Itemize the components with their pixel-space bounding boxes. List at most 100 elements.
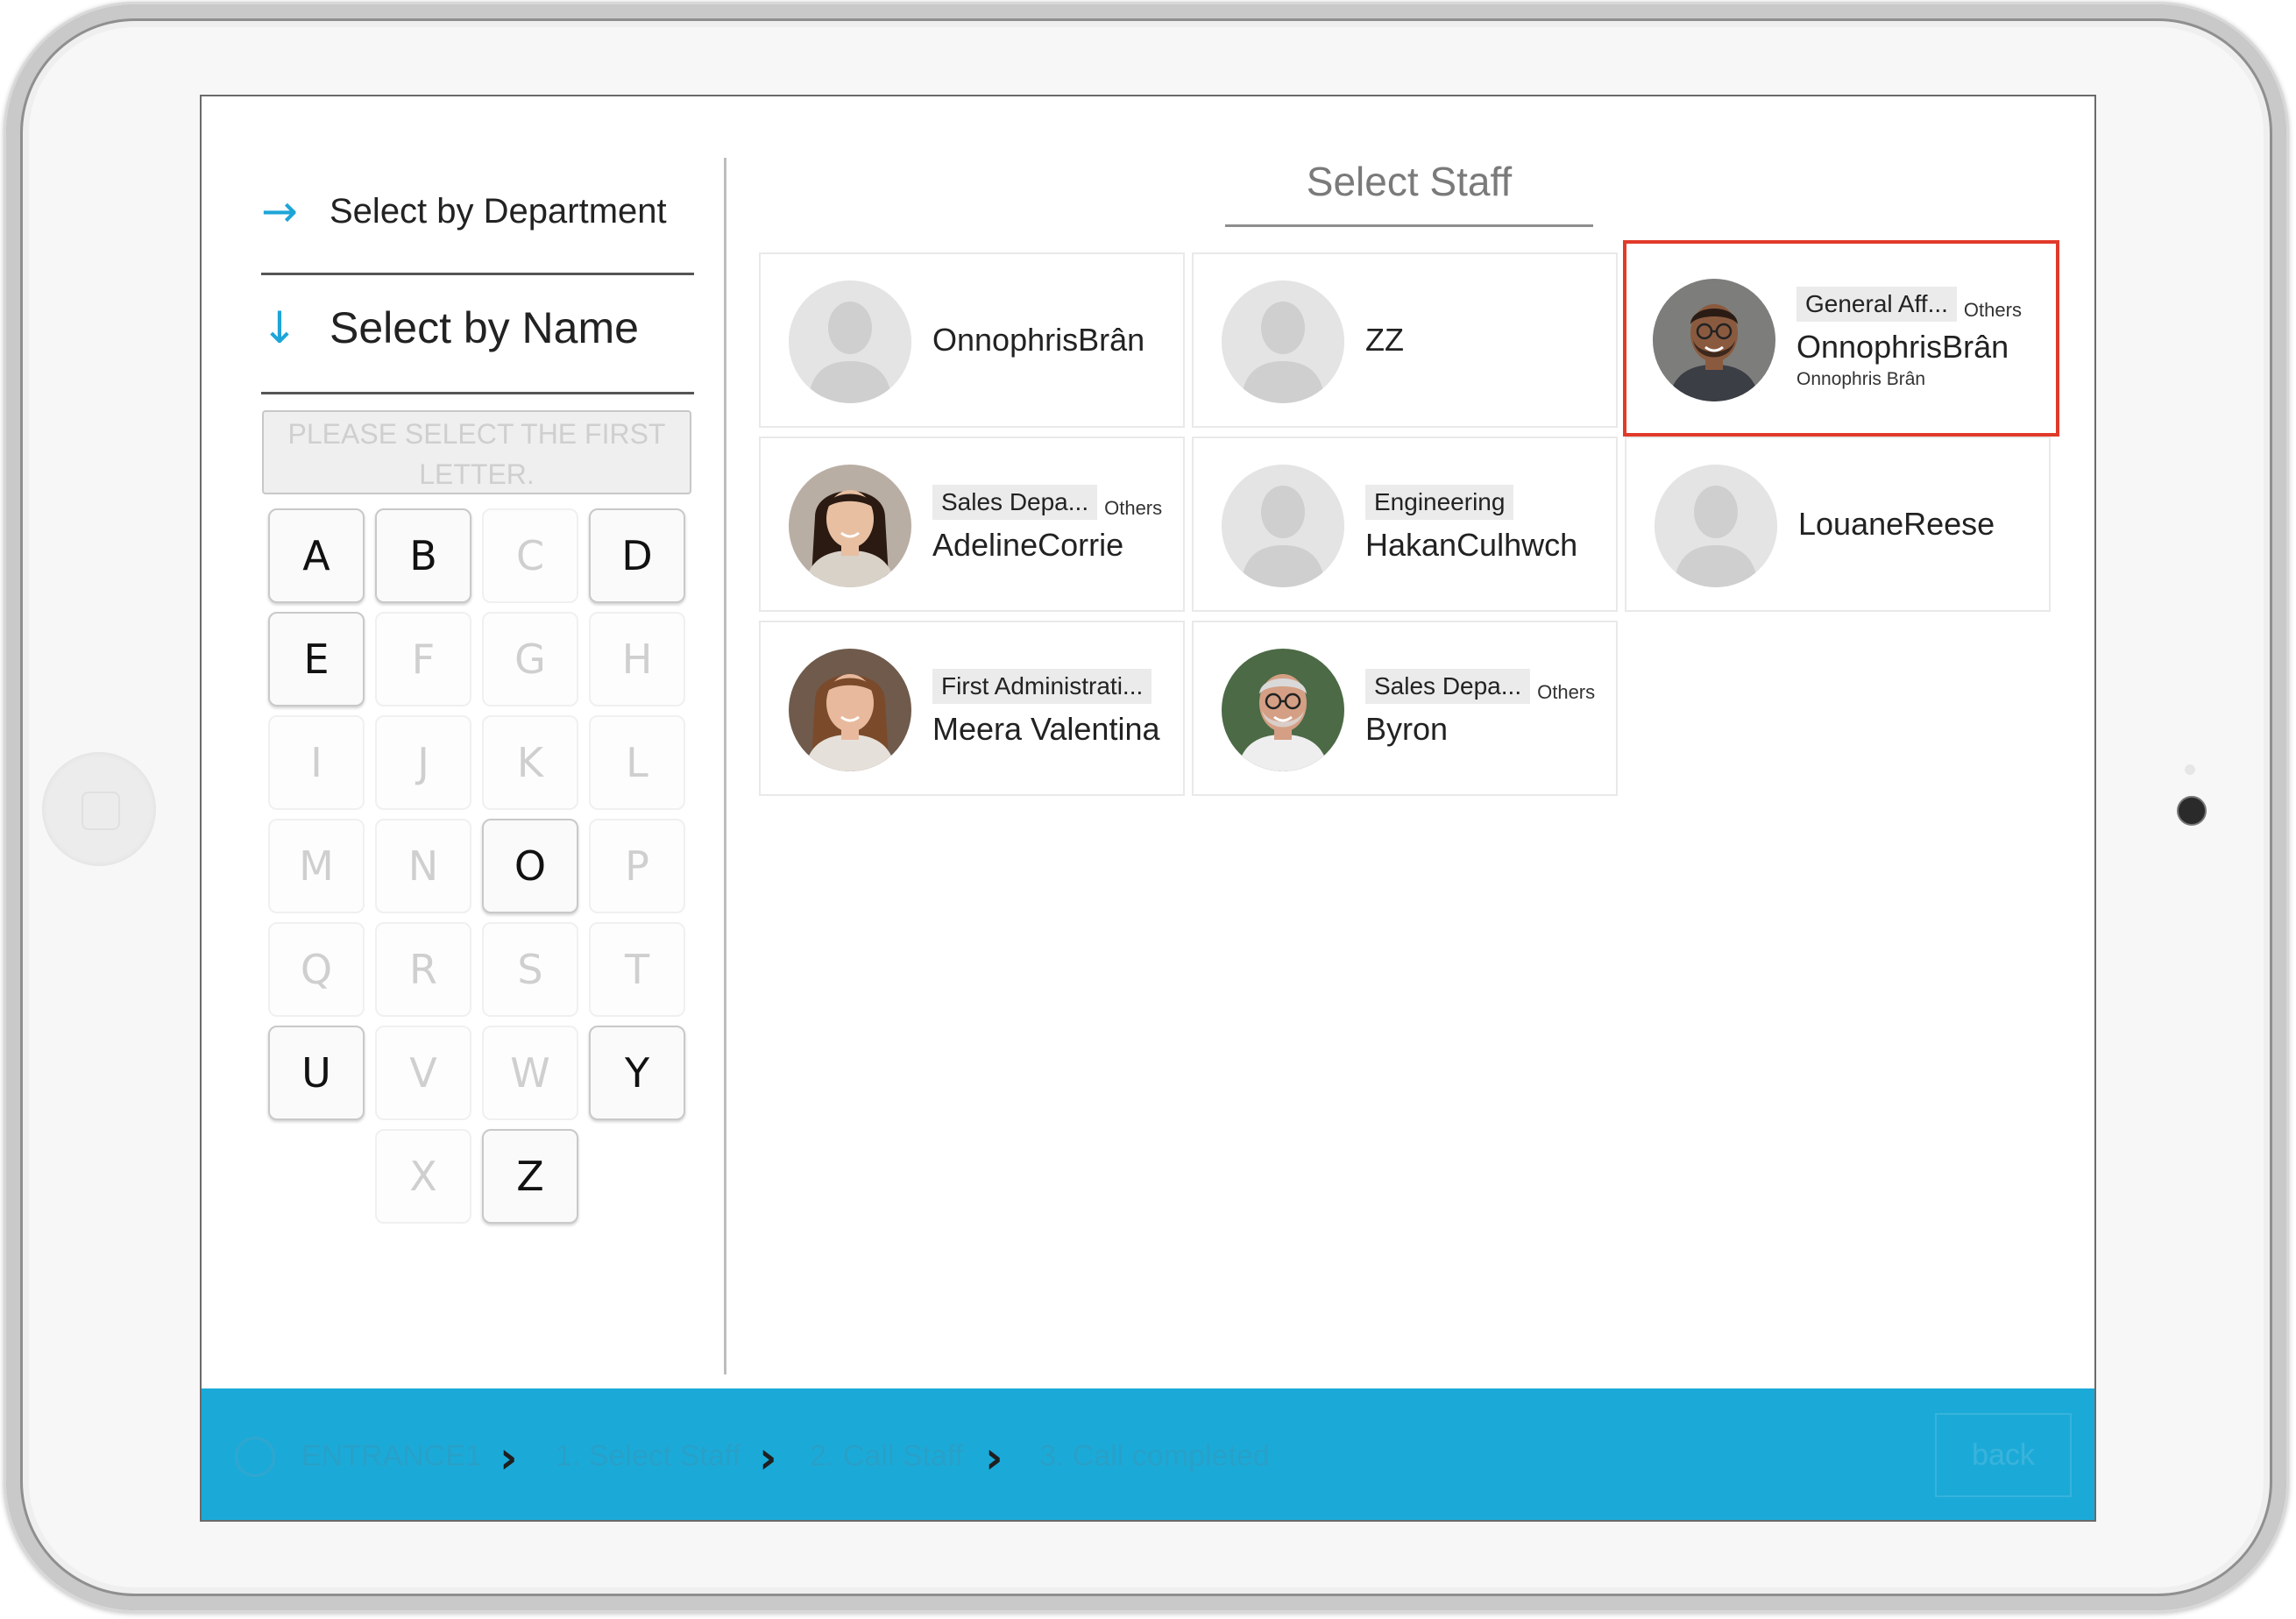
staff-info: Sales Depa... Others AdelineCorrie	[932, 438, 1174, 610]
avatar	[1222, 649, 1344, 771]
arrow-down-icon: ↓	[261, 302, 298, 353]
letter-key-r: R	[375, 922, 471, 1017]
letter-key-p: P	[589, 819, 685, 913]
tag-row: Sales Depa... Others	[932, 485, 1174, 520]
divider	[261, 392, 694, 394]
staff-name: AdelineCorrie	[932, 527, 1124, 563]
avatar	[789, 465, 911, 587]
footer-bar: ENTRANCE1 › 1. Select Staff › 2. Call St…	[202, 1388, 2094, 1520]
staff-card[interactable]: Sales Depa... Others Byron	[1192, 621, 1618, 796]
staff-card[interactable]: ZZ	[1192, 252, 1618, 428]
avatar	[789, 649, 911, 771]
avatar-placeholder-icon	[1222, 280, 1344, 403]
title-underline	[1225, 224, 1593, 227]
tag-row: General Aff... Others	[1796, 287, 2047, 322]
staff-card[interactable]: Sales Depa... Others AdelineCorrie	[759, 437, 1185, 612]
letter-key-s: S	[482, 922, 578, 1017]
staff-card[interactable]: OnnophrisBrân	[759, 252, 1185, 428]
staff-name: LouaneReese	[1798, 506, 1995, 542]
tag-row: First Administrati...	[932, 669, 1174, 704]
staff-info: Engineering HakanCulhwch	[1365, 438, 1607, 610]
staff-info: Sales Depa... Others Byron	[1365, 622, 1607, 794]
department-tag: General Aff...	[1796, 287, 1957, 322]
letter-key-n: N	[375, 819, 471, 913]
staff-name: OnnophrisBrân	[1796, 329, 2009, 365]
tag-row: Engineering	[1365, 485, 1607, 520]
letter-key-m: M	[268, 819, 365, 913]
letter-key-d[interactable]: D	[589, 508, 685, 603]
letter-key-j: J	[375, 715, 471, 810]
staff-info: General Aff... Others OnnophrisBrân Onnophr…	[1796, 244, 2047, 433]
filter-panel: → Select by Department ↓ Select by Name …	[202, 96, 724, 1383]
avatar	[1653, 279, 1775, 401]
staff-name: ZZ	[1365, 322, 1404, 358]
letter-key-u[interactable]: U	[268, 1026, 365, 1120]
light-sensor	[2185, 764, 2195, 775]
back-button[interactable]: back	[1935, 1413, 2072, 1497]
first-letter-hint: PLEASE SELECT THE FIRST LETTER.	[262, 410, 691, 494]
others-tag: Others	[1537, 681, 1596, 703]
letter-key-v: V	[375, 1026, 471, 1120]
staff-name: Meera Valentina	[932, 711, 1160, 747]
staff-info: LouaneReese	[1798, 438, 2040, 610]
select-by-department-label: Select by Department	[330, 191, 667, 231]
arrow-right-icon: →	[261, 186, 298, 237]
letter-key-a[interactable]: A	[268, 508, 365, 603]
avatar-placeholder-icon	[1655, 465, 1777, 587]
others-tag: Others	[1104, 497, 1163, 519]
logo-icon	[235, 1437, 275, 1477]
letter-key-z[interactable]: Z	[482, 1129, 578, 1224]
letter-key-l: L	[589, 715, 685, 810]
staff-card[interactable]: LouaneReese	[1625, 437, 2051, 612]
select-by-department-link[interactable]: → Select by Department	[261, 188, 667, 234]
app-screen: → Select by Department ↓ Select by Name …	[200, 95, 2096, 1522]
department-tag: Engineering	[1365, 485, 1514, 520]
avatar-placeholder-icon	[789, 280, 911, 403]
camera-icon	[2177, 796, 2207, 826]
letter-key-w: W	[482, 1026, 578, 1120]
staff-info: First Administrati... Meera Valentina	[932, 622, 1174, 794]
select-by-name-link[interactable]: ↓ Select by Name	[261, 302, 639, 353]
chevron-right-icon: ›	[759, 1432, 777, 1483]
letter-key-o[interactable]: O	[482, 819, 578, 913]
breadcrumb-step-call-completed: 3. Call completed	[1039, 1438, 1270, 1473]
chevron-right-icon: ›	[500, 1432, 518, 1483]
staff-card[interactable]: Engineering HakanCulhwch	[1192, 437, 1618, 612]
letter-key-y[interactable]: Y	[589, 1026, 685, 1120]
divider	[261, 273, 694, 275]
letter-key-i: I	[268, 715, 365, 810]
page-title: Select Staff	[1306, 159, 1513, 204]
staff-name: HakanCulhwch	[1365, 527, 1578, 563]
tag-row: Sales Depa... Others	[1365, 669, 1607, 704]
panel-divider	[724, 158, 726, 1374]
breadcrumb-step-call-staff: 2. Call Staff	[810, 1438, 964, 1473]
department-tag: First Administrati...	[932, 669, 1152, 704]
staff-name: Byron	[1365, 711, 1449, 747]
staff-header: Select Staff	[1225, 158, 1593, 227]
department-tag: Sales Depa...	[1365, 669, 1531, 704]
letter-key-q: Q	[268, 922, 365, 1017]
letter-key-h: H	[589, 612, 685, 707]
home-button[interactable]	[42, 752, 156, 866]
letter-key-g: G	[482, 612, 578, 707]
letter-key-k: K	[482, 715, 578, 810]
staff-info: OnnophrisBrân	[932, 254, 1174, 426]
letter-key-t: T	[589, 922, 685, 1017]
letter-key-f: F	[375, 612, 471, 707]
select-by-name-label: Select by Name	[330, 303, 639, 352]
letter-key-e[interactable]: E	[268, 612, 365, 707]
staff-name: OnnophrisBrân	[932, 322, 1145, 358]
department-tag: Sales Depa...	[932, 485, 1098, 520]
home-icon	[81, 792, 120, 830]
breadcrumb-step-select-staff: 1. Select Staff	[556, 1438, 741, 1473]
staff-card[interactable]: First Administrati... Meera Valentina	[759, 621, 1185, 796]
letter-key-b[interactable]: B	[375, 508, 471, 603]
avatar-placeholder-icon	[1222, 465, 1344, 587]
others-tag: Others	[1963, 299, 2022, 321]
staff-card[interactable]: General Aff... Others OnnophrisBrân Onnophr…	[1623, 240, 2059, 437]
breadcrumb-entrance: ENTRANCE1	[301, 1438, 482, 1473]
letter-key-x: X	[375, 1129, 471, 1224]
staff-subname: Onnophris Brân	[1796, 369, 1926, 389]
letter-key-c: C	[482, 508, 578, 603]
chevron-right-icon: ›	[985, 1432, 1003, 1483]
